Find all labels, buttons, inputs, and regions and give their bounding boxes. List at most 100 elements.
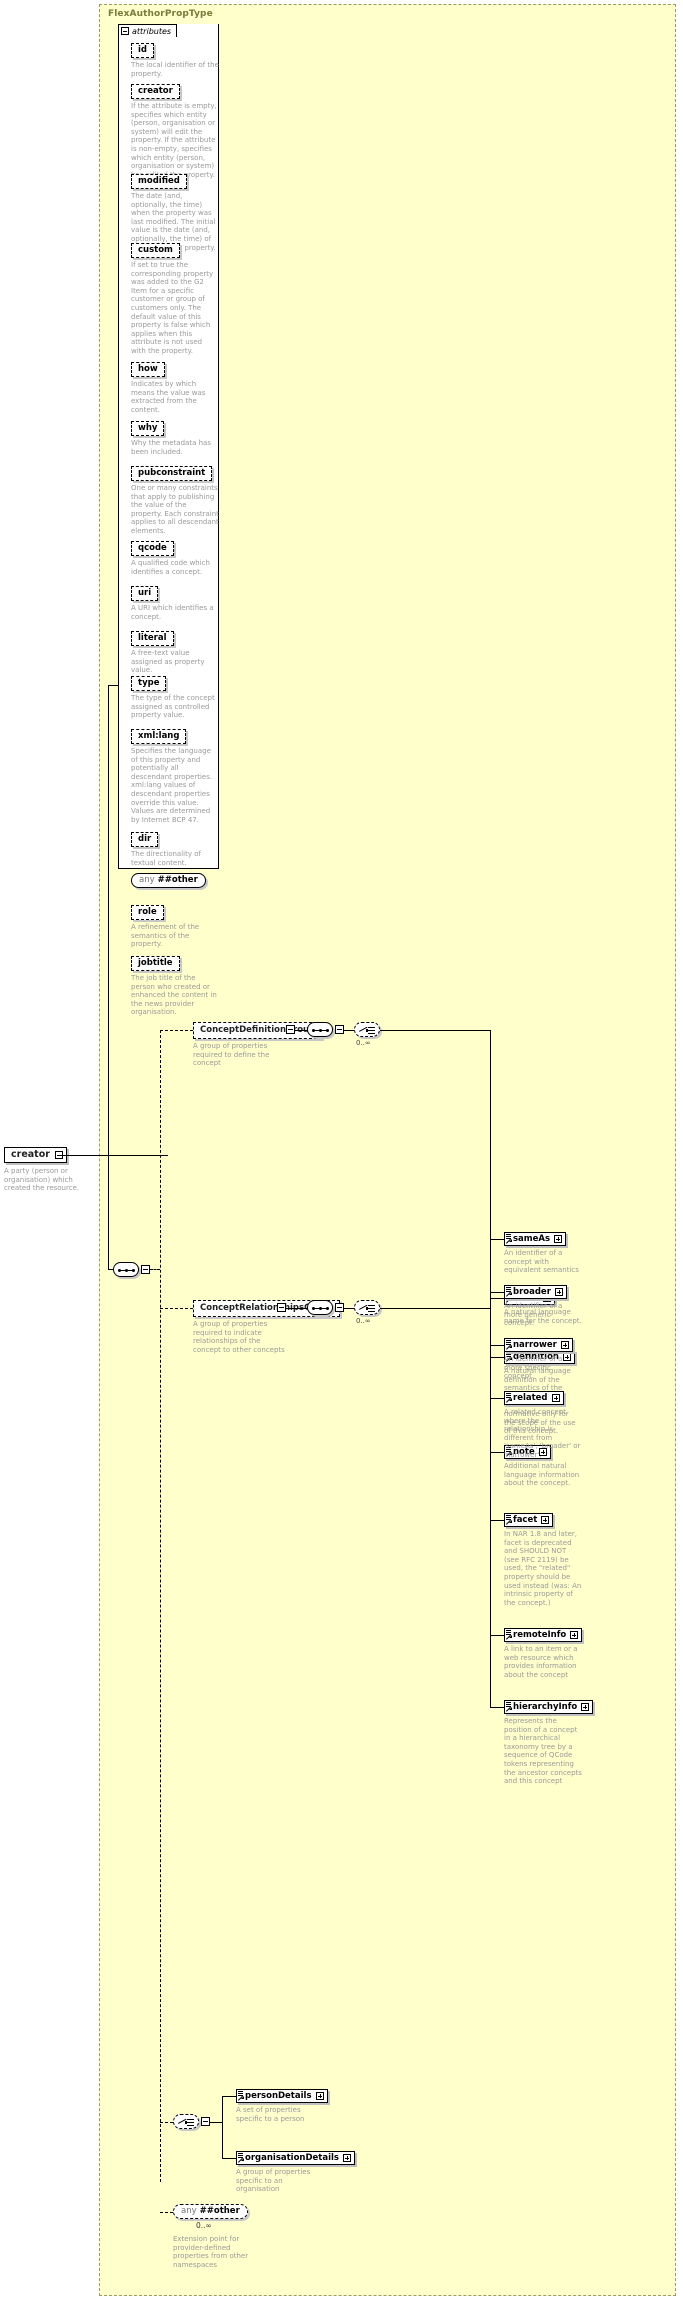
any-other-wildcard[interactable]: any ##other 0..∞ Extension point for pro… [173,2204,265,2269]
concept-relationships-seq-collapse-icon[interactable] [335,1303,344,1312]
element-organisationdetails[interactable]: organisationDetails A group of propertie… [236,2151,355,2194]
choice-icon[interactable] [354,1300,380,1315]
element-broader-box[interactable]: broader [504,1285,567,1299]
element-broader-expand-icon[interactable] [554,1287,563,1296]
element-narrower[interactable]: narrower An identifier of a more specifi… [504,1338,582,1381]
attribute-custom-box[interactable]: custom [131,243,180,258]
any-namespace: ##other [157,875,198,885]
attribute-creator[interactable]: creator If the attribute is empty, speci… [131,84,219,179]
element-organisationdetails-expand-icon[interactable] [343,2153,351,2162]
concept-definition-sequence[interactable] [307,1022,333,1037]
element-sameas-expand-icon[interactable] [554,1234,563,1243]
attribute-any-other-box[interactable]: any ##other [131,873,206,888]
element-hierarchyinfo[interactable]: hierarchyInfo Represents the position of… [504,1700,594,1786]
attribute-id[interactable]: id The local identifier of the property. [131,43,219,78]
attribute-qcode-box[interactable]: qcode [131,541,174,556]
element-persondetails-expand-icon[interactable] [315,2091,324,2100]
main-sequence-group[interactable] [113,1262,139,1277]
concept-definition-seq-collapse-icon[interactable] [335,1025,344,1034]
element-sameas[interactable]: sameAs An identifier of a concept with e… [504,1232,582,1275]
element-hierarchyinfo-box[interactable]: hierarchyInfo [504,1700,594,1714]
attribute-qcode[interactable]: qcode A qualified code which identifies … [131,541,219,576]
attribute-creator-box[interactable]: creator [131,84,180,99]
attribute-type[interactable]: type The type of the concept assigned as… [131,676,219,720]
attribute-modified-box[interactable]: modified [131,174,187,189]
any-other-wildcard-box[interactable]: any ##other [173,2204,248,2219]
choice-icon[interactable] [173,2114,199,2129]
attributes-tab[interactable]: attributes [118,24,178,37]
attribute-pubconstraint[interactable]: pubconstraint One or many constraints th… [131,466,219,536]
element-related[interactable]: related A related concept, where the rel… [504,1391,582,1460]
details-choice-collapse-icon[interactable] [201,2117,210,2126]
attribute-dir[interactable]: dir The directionality of textual conten… [131,832,219,867]
root-element-creator-doc: A party (person or organisation) which c… [4,1167,80,1193]
element-remoteinfo-box[interactable]: remoteInfo [504,1628,583,1642]
element-facet-box[interactable]: facet [504,1513,554,1527]
attribute-pubconstraint-doc: One or many constraints that apply to pu… [131,484,219,535]
main-sequence-collapse-icon[interactable] [141,1265,150,1274]
element-facet[interactable]: facet In NAR 1.8 and later, facet is dep… [504,1513,582,1607]
sequence-icon[interactable] [307,1022,333,1037]
attribute-id-box[interactable]: id [131,43,154,58]
attribute-custom[interactable]: custom If set to true the corresponding … [131,243,219,356]
attribute-why-box[interactable]: why [131,421,165,436]
element-hierarchyinfo-expand-icon[interactable] [581,1702,590,1711]
details-choice-group[interactable] [173,2114,199,2129]
connector-to-attributes [108,685,119,686]
attribute-pubconstraint-box[interactable]: pubconstraint [131,466,213,481]
element-remoteinfo-expand-icon[interactable] [570,1630,579,1639]
attribute-xml-lang-box[interactable]: xml:lang [131,729,187,744]
choice-icon[interactable] [354,1022,380,1037]
connector-creator-to-sequence [108,1155,109,1270]
concept-relationships-sequence[interactable] [307,1300,333,1315]
concept-definition-choice[interactable]: 0..∞ [354,1022,380,1047]
attributes-collapse-icon[interactable] [121,27,129,35]
element-persondetails[interactable]: personDetails A set of properties specif… [236,2089,328,2123]
element-narrower-expand-icon[interactable] [560,1340,569,1349]
sequence-icon[interactable] [113,1262,139,1277]
connector-to-name [490,1298,504,1299]
connector-sequence-in [108,1269,114,1270]
attribute-uri-box[interactable]: uri [131,586,159,601]
element-facet-expand-icon[interactable] [541,1515,550,1524]
attribute-role[interactable]: role A refinement of the semantics of th… [131,905,219,949]
attribute-how[interactable]: how Indicates by which means the value w… [131,362,219,414]
sequence-icon[interactable] [307,1300,333,1315]
attribute-how-box[interactable]: how [131,362,165,377]
element-organisationdetails-box[interactable]: organisationDetails [236,2151,355,2165]
connector-creator-main [60,1155,168,1156]
attribute-dir-box[interactable]: dir [131,832,159,847]
group-ref-concept-definition[interactable]: ConceptDefinitionGroup A group of proper… [193,1022,323,1068]
element-sameas-box[interactable]: sameAs [504,1232,567,1246]
attribute-jobtitle-box[interactable]: jobtitle [131,956,180,971]
element-related-expand-icon[interactable] [551,1393,560,1402]
concept-relationships-choice[interactable]: 0..∞ [354,1300,380,1325]
attribute-modified[interactable]: modified The date (and, optionally, the … [131,174,219,252]
attribute-uri[interactable]: uri A URI which identifies a concept. [131,586,219,621]
attribute-literal-box[interactable]: literal [131,631,174,646]
element-remoteinfo[interactable]: remoteInfo A link to an item or a web re… [504,1628,583,1679]
global-ref-arrow-icon [238,2158,244,2164]
element-related-box[interactable]: related [504,1391,564,1405]
attribute-xml-lang[interactable]: xml:lang Specifies the language of this … [131,729,219,824]
element-broader[interactable]: broader An identifier of a more generic … [504,1285,582,1328]
attribute-type-box[interactable]: type [131,676,167,691]
root-element-creator-label: creator [11,1149,50,1160]
element-note-doc: Additional natural language information … [504,1462,580,1488]
attribute-why[interactable]: why Why the metadata has been included. [131,421,219,456]
root-element-creator-box[interactable]: creator [4,1147,67,1163]
attribute-jobtitle[interactable]: jobtitle The job title of the person who… [131,956,219,1017]
element-broader-label: broader [513,1286,551,1297]
element-narrower-box[interactable]: narrower [504,1338,573,1352]
attribute-literal[interactable]: literal A free-text value assigned as pr… [131,631,219,675]
root-element-creator[interactable]: creator A party (person or organisation)… [4,1147,94,1193]
attribute-role-box[interactable]: role [131,905,164,920]
concept-relationships-collapse-icon[interactable] [277,1303,286,1312]
attribute-any-other[interactable]: any ##other [131,873,206,888]
attribute-creator-doc: If the attribute is empty, specifies whi… [131,102,217,179]
element-remoteinfo-label: remoteInfo [513,1629,567,1640]
concept-definition-collapse-icon[interactable] [286,1025,295,1034]
sequence-glyph [118,1269,136,1272]
connector-to-note [490,1452,504,1453]
element-persondetails-box[interactable]: personDetails [236,2089,328,2103]
